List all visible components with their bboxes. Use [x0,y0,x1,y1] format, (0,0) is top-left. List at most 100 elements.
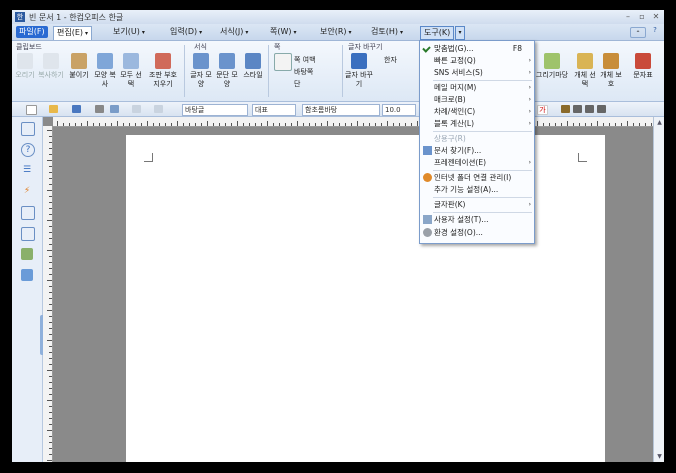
save-icon[interactable] [72,105,81,113]
para-shape-button[interactable]: 문단 모양 [214,53,240,89]
select-all-button[interactable]: 모두 선택 [118,53,144,89]
ruler-tick [405,123,406,126]
tab-review[interactable]: 검토(H) ▾ [368,26,406,38]
new-doc-icon[interactable] [26,105,37,115]
undo-icon[interactable] [132,105,141,113]
menu-item-user-settings[interactable]: 사용자 설정(T)... [420,214,534,225]
ruler-tick [129,123,130,126]
app-logo-icon: 한 [15,12,25,22]
object-select-button[interactable]: 개체 선택 [572,53,598,89]
menu-item-find-doc[interactable]: 문서 찾기(F)... [420,145,534,156]
draw-gallery-button[interactable]: 그리기마당 [534,53,570,80]
menu-item-macro[interactable]: 매크로(B) › [420,94,534,105]
ruler-tick [207,121,208,126]
ruler-tick [615,123,616,126]
copy-button[interactable]: 복사하기 [38,53,64,80]
ruler-tick [147,121,148,126]
ruler-tick [621,123,622,126]
menu-item-mail-merge[interactable]: 메일 머지(M) › [420,82,534,93]
internet-folder-icon [423,173,432,182]
tab-view[interactable]: 보기(U) ▾ [110,26,148,38]
ruler-tick [567,121,568,126]
tab-page[interactable]: 쪽(W) ▾ [267,26,300,38]
scroll-up-icon[interactable]: ▲ [656,119,663,126]
font-color-icon[interactable]: 가 [537,105,548,115]
ruler-tick [47,460,52,461]
ruler-tick [375,123,376,126]
ruler-tick [111,123,112,126]
ruler-tick [285,123,286,126]
font-select[interactable]: 함초롬바탕 [302,104,380,116]
align-right-icon[interactable] [585,105,594,113]
columns-button[interactable]: 단 [294,79,300,89]
sidebar-gallery-icon[interactable] [21,269,33,281]
ruler-tick [153,123,154,126]
ruler-tick [357,121,358,126]
tab-security[interactable]: 보안(R) ▾ [317,26,355,38]
tools-dropdown-arrow[interactable]: ▾ [455,26,465,40]
format-copy-button[interactable]: 모양 복사 [92,53,118,89]
sidebar-lightning-icon[interactable]: ⚡ [21,185,33,197]
ruler-tick [231,123,232,126]
cut-button[interactable]: 오리기 [12,53,38,80]
redo-icon[interactable] [154,105,163,113]
sidebar-form-icon[interactable] [21,227,35,241]
char-convert-button[interactable]: 글자 바꾸기 [344,53,374,89]
ruler-tick [49,334,52,335]
remove-codes-icon [155,53,171,69]
language-select[interactable]: 대표 [252,104,296,116]
ruler-tick [543,123,544,126]
font-size-input[interactable]: 10.0 [382,104,416,116]
tab-insert[interactable]: 입력(D) ▾ [167,26,205,38]
close-button[interactable]: ✕ [650,12,662,22]
ruler-tick [49,214,52,215]
ruler-tick [49,436,52,437]
char-shape-button[interactable]: 글자 모양 [188,53,214,89]
menu-item-sns[interactable]: SNS 서비스(S) › [420,67,534,78]
sidebar-help-icon[interactable]: ? [21,143,35,157]
char-map-button[interactable]: 문자표 [630,53,656,80]
vertical-scrollbar[interactable]: ▲ ▼ [653,117,664,462]
remove-codes-button[interactable]: 조판 부호 지우기 [146,53,180,89]
sidebar-page-icon[interactable] [21,206,35,220]
menu-item-spellcheck[interactable]: 맞춤법(G)... F8 [420,43,534,54]
menu-item-presentation[interactable]: 프레젠테이션(E) › [420,157,534,168]
ruler-tick [261,123,262,126]
print-icon[interactable] [95,105,104,113]
align-left-icon[interactable] [561,105,570,113]
maximize-button[interactable]: ▫ [636,12,648,22]
sidebar-image-icon[interactable] [21,248,33,260]
master-page-button[interactable]: 바탕쪽 [294,67,313,77]
env-settings-icon [423,228,432,237]
preview-icon[interactable] [110,105,119,113]
hanja-button[interactable]: 한자 [384,55,397,65]
align-justify-icon[interactable] [597,105,606,113]
menu-item-toc-index[interactable]: 차례/색인(C) › [420,106,534,117]
minimize-button[interactable]: – [622,12,634,22]
object-protect-button[interactable]: 개체 보호 [598,53,624,89]
tab-tools[interactable]: 도구(K) [420,26,455,40]
tab-edit[interactable]: 편집(E) ▾ [53,26,93,40]
style-select[interactable]: 바탕글 [182,104,248,116]
scroll-down-icon[interactable]: ▼ [656,453,663,460]
paste-button[interactable]: 붙이기 [66,53,92,80]
menu-item-env-settings[interactable]: 환경 설정(O)... [420,227,534,238]
tab-format[interactable]: 서식(J) ▾ [217,26,251,38]
help-icon[interactable]: ? [650,26,660,36]
align-center-icon[interactable] [573,105,582,113]
page-setup-button[interactable] [270,53,296,73]
tab-file[interactable]: 파일(F) [16,26,48,38]
ribbon-collapse-button[interactable]: ⌃ [630,27,646,38]
menu-item-addons[interactable]: 추가 기능 설정(A)... [420,184,534,195]
sidebar-list-icon[interactable]: ☰ [21,164,33,176]
style-button[interactable]: 스타일 [240,53,266,80]
open-folder-icon[interactable] [49,105,58,113]
menu-item-keyboard[interactable]: 글자판(K) › [420,199,534,210]
sidebar-doc-icon[interactable] [21,122,35,136]
menu-item-block-calc[interactable]: 블록 계산(L) › [420,118,534,129]
ruler-tick [47,430,52,431]
ruler-tick [267,121,268,126]
menu-item-quick-correct[interactable]: 빠른 교정(Q) › [420,55,534,66]
menu-item-internet-folder[interactable]: 인터넷 폴더 연결 관리(I) [420,172,534,183]
page-margin-button[interactable]: 쪽 여백 [294,55,316,65]
